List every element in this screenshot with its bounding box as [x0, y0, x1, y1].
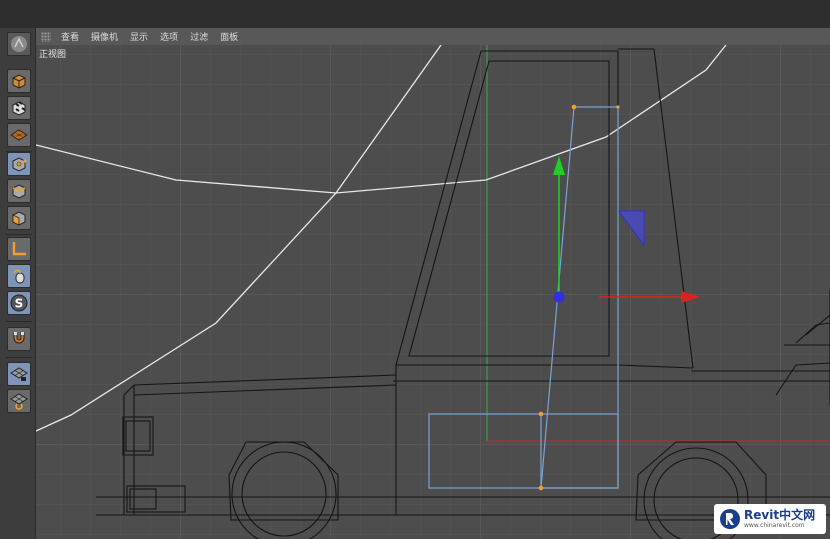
snap-magnet-icon[interactable]	[7, 327, 31, 351]
car-wireframe[interactable]	[96, 48, 830, 539]
menu-view[interactable]: 查看	[55, 30, 85, 43]
watermark-brand-zh: 中文网	[779, 508, 816, 522]
revit-logo-icon	[720, 509, 740, 529]
gizmo-y-arrow-icon[interactable]	[553, 156, 565, 175]
watermark-brand: Revit	[744, 508, 780, 522]
menu-panel[interactable]: 面板	[214, 30, 244, 43]
scene-canvas[interactable]	[36, 45, 830, 539]
toolbar-separator	[6, 357, 32, 358]
solo-icon[interactable]: S	[7, 291, 31, 315]
move-gizmo[interactable]	[553, 156, 700, 303]
solo-glyph: S	[15, 297, 24, 311]
menu-filter[interactable]: 过滤	[184, 30, 214, 43]
top-bar	[0, 0, 830, 28]
watermark: Revit中文网 www.chinarevit.com	[714, 504, 826, 534]
viewport-label[interactable]: 正视图	[39, 47, 66, 60]
menu-options[interactable]: 选项	[154, 30, 184, 43]
planar-workplane-icon[interactable]	[7, 389, 31, 413]
texture-mode-icon[interactable]	[7, 96, 31, 120]
workplane-icon[interactable]	[7, 123, 31, 147]
menu-display[interactable]: 显示	[124, 30, 154, 43]
watermark-url: www.chinarevit.com	[744, 522, 805, 529]
selected-object-outline[interactable]	[428, 106, 619, 489]
gizmo-x-arrow-icon[interactable]	[681, 291, 700, 303]
tweak-mode-icon[interactable]	[7, 264, 31, 288]
left-toolbar: S	[0, 28, 36, 539]
front-viewport[interactable]: 正视图 Revit中文网 www.chinarevit.com	[36, 45, 830, 539]
road-spline[interactable]	[36, 45, 727, 194]
workplane-lock-icon[interactable]	[7, 362, 31, 386]
menu-camera[interactable]: 摄像机	[85, 30, 124, 43]
gizmo-plane-handle-icon[interactable]	[618, 210, 645, 247]
model-mode-icon[interactable]	[7, 69, 31, 93]
toolbar-separator	[6, 321, 32, 322]
menubar-grip-icon[interactable]	[41, 31, 51, 42]
axis-icon[interactable]	[7, 237, 31, 261]
ground-spline[interactable]	[36, 45, 442, 432]
viewport-menubar: 查看 摄像机 显示 选项 过滤 面板	[36, 28, 830, 45]
points-mode-icon[interactable]	[7, 152, 31, 176]
polygons-mode-icon[interactable]	[7, 206, 31, 230]
edges-mode-icon[interactable]	[7, 179, 31, 203]
toolbar-separator	[6, 234, 32, 235]
logo-icon[interactable]	[7, 32, 31, 56]
gizmo-center-handle[interactable]	[553, 291, 565, 303]
